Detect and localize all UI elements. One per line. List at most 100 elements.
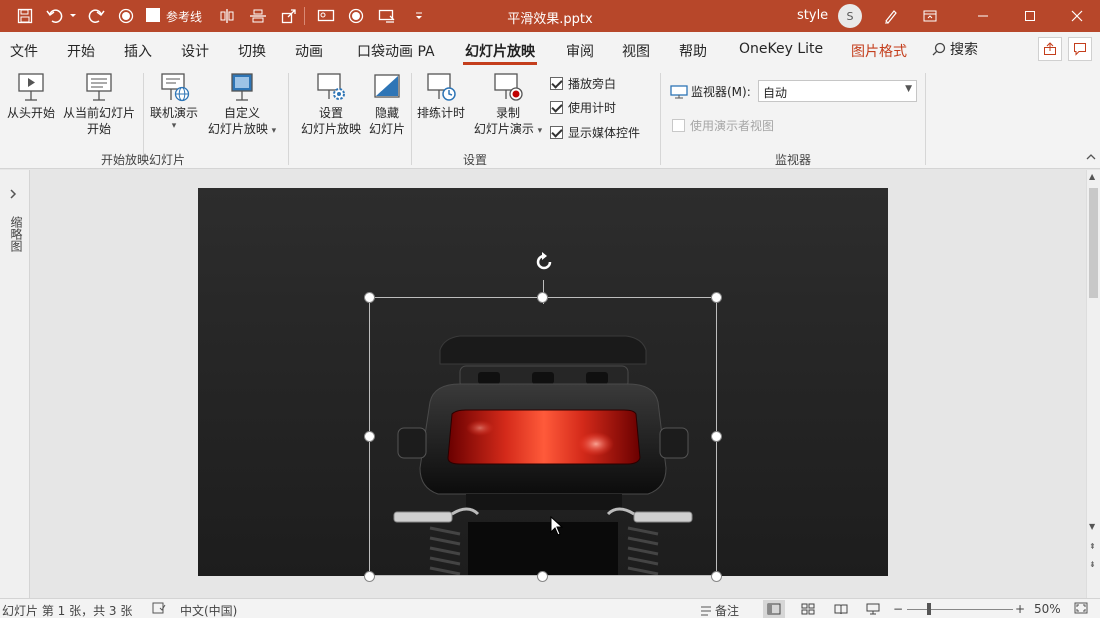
tab-onekey-lite[interactable]: OneKey Lite bbox=[739, 41, 823, 57]
collapse-ribbon-icon[interactable] bbox=[1086, 151, 1096, 164]
play-narrations-checkbox[interactable]: 播放旁白 bbox=[550, 75, 616, 92]
tab-insert[interactable]: 插入 bbox=[124, 41, 152, 61]
tab-animations[interactable]: 动画 bbox=[295, 41, 323, 61]
from-current-button[interactable]: 从当前幻灯片 开始 bbox=[59, 71, 139, 137]
slide-sorter-icon[interactable] bbox=[797, 600, 819, 618]
show-media-controls-checkbox[interactable]: 显示媒体控件 bbox=[550, 124, 640, 141]
vertical-scrollbar[interactable]: ▲ ▼ ⇞ ⇟ bbox=[1086, 170, 1100, 598]
tab-review[interactable]: 审阅 bbox=[566, 41, 594, 61]
setup-slideshow-button[interactable]: 设置 幻灯片放映 bbox=[296, 71, 366, 137]
tab-design[interactable]: 设计 bbox=[181, 41, 209, 61]
search-box[interactable]: 搜索 bbox=[932, 39, 978, 59]
resize-handle-top-left[interactable] bbox=[364, 292, 375, 303]
previous-slide-icon[interactable]: ⇞ bbox=[1089, 542, 1096, 551]
zoom-out-icon[interactable]: − bbox=[893, 602, 903, 616]
resize-icon[interactable] bbox=[278, 0, 300, 32]
present-online-icon[interactable] bbox=[376, 0, 398, 32]
scroll-up-icon[interactable]: ▲ bbox=[1089, 172, 1095, 181]
accessibility-icon[interactable] bbox=[152, 602, 166, 617]
undo-icon[interactable] bbox=[44, 0, 66, 32]
play-from-current-icon bbox=[86, 73, 112, 101]
thumbnail-pane[interactable]: 缩略图 bbox=[0, 170, 30, 598]
tab-view[interactable]: 视图 bbox=[622, 41, 650, 61]
resize-handle-right[interactable] bbox=[711, 431, 722, 442]
zoom-level[interactable]: 50% bbox=[1034, 602, 1061, 616]
align-center-icon[interactable] bbox=[216, 0, 238, 32]
record-slideshow-button[interactable]: 录制 幻灯片演示 ▾ bbox=[470, 71, 546, 139]
resize-handle-top[interactable] bbox=[537, 292, 548, 303]
present-online-dropdown-icon[interactable]: ▾ bbox=[146, 121, 202, 131]
scrollbar-thumb[interactable] bbox=[1089, 188, 1098, 298]
chevron-down-icon: ▼ bbox=[905, 84, 912, 94]
pen-icon[interactable] bbox=[880, 0, 902, 32]
notes-button[interactable]: 备注 bbox=[700, 602, 739, 618]
rehearse-timings-button[interactable]: 排练计时 bbox=[413, 71, 469, 121]
hide-slide-icon bbox=[374, 74, 400, 98]
reference-line-label: 参考线 bbox=[166, 10, 203, 24]
record-screen-icon[interactable] bbox=[345, 0, 367, 32]
hide-slide-button[interactable]: 隐藏 幻灯片 bbox=[366, 71, 408, 137]
reading-view-icon[interactable] bbox=[830, 600, 852, 618]
undo-dropdown-icon[interactable] bbox=[68, 0, 78, 32]
present-online-button[interactable]: 联机演示 ▾ bbox=[146, 71, 202, 131]
resize-handle-top-right[interactable] bbox=[711, 292, 722, 303]
maximize-button[interactable] bbox=[1007, 0, 1053, 32]
tab-transitions[interactable]: 切换 bbox=[238, 41, 266, 61]
from-beginning-button[interactable]: 从头开始 bbox=[4, 71, 58, 121]
share-icon[interactable] bbox=[1038, 37, 1062, 61]
language-indicator[interactable]: 中文(中国) bbox=[180, 602, 237, 618]
tab-home[interactable]: 开始 bbox=[67, 41, 95, 61]
resize-handle-bottom[interactable] bbox=[537, 571, 548, 582]
scroll-down-icon[interactable]: ▼ bbox=[1089, 522, 1095, 531]
tab-help[interactable]: 帮助 bbox=[679, 41, 707, 61]
custom-slideshow-button[interactable]: 自定义 幻灯片放映 ▾ bbox=[203, 71, 281, 139]
use-timings-label: 使用计时 bbox=[568, 101, 617, 115]
slideshow-view-icon[interactable] bbox=[862, 600, 884, 618]
customize-toolbar-icon[interactable] bbox=[412, 0, 426, 32]
show-media-controls-label: 显示媒体控件 bbox=[568, 126, 641, 140]
minimize-button[interactable] bbox=[960, 0, 1006, 32]
zoom-in-icon[interactable]: + bbox=[1015, 602, 1025, 616]
record-icon[interactable] bbox=[115, 0, 137, 32]
zoom-slider-thumb[interactable] bbox=[927, 603, 931, 615]
fit-to-window-icon[interactable] bbox=[1074, 602, 1088, 617]
expand-thumbnails-icon[interactable] bbox=[9, 188, 17, 202]
next-slide-icon[interactable]: ⇟ bbox=[1089, 560, 1096, 569]
resize-handle-bottom-left[interactable] bbox=[364, 571, 375, 582]
rotate-handle-icon[interactable] bbox=[532, 250, 556, 274]
redo-icon[interactable] bbox=[85, 0, 107, 32]
zoom-slider[interactable] bbox=[907, 609, 1013, 610]
tab-picture-format[interactable]: 图片格式 bbox=[851, 41, 907, 61]
use-timings-check[interactable] bbox=[550, 101, 563, 114]
save-icon[interactable] bbox=[14, 0, 36, 32]
hide-slide-label-2: 幻灯片 bbox=[368, 122, 405, 136]
reference-line-checkbox[interactable] bbox=[146, 8, 160, 22]
resize-handle-bottom-right[interactable] bbox=[711, 571, 722, 582]
presenter-view-label: 使用演示者视图 bbox=[690, 119, 775, 133]
ribbon-display-options-icon[interactable] bbox=[907, 0, 953, 32]
monitor-select[interactable]: 自动 ▼ bbox=[758, 80, 917, 102]
show-media-controls-check[interactable] bbox=[550, 126, 563, 139]
play-narrations-check[interactable] bbox=[550, 77, 563, 90]
close-button[interactable] bbox=[1054, 0, 1100, 32]
tab-pocket-animation[interactable]: 口袋动画 PA bbox=[357, 41, 435, 61]
distribute-icon[interactable] bbox=[247, 0, 269, 32]
record-slideshow-label-2: 幻灯片演示 ▾ bbox=[473, 122, 543, 136]
use-timings-checkbox[interactable]: 使用计时 bbox=[550, 99, 616, 116]
tab-file[interactable]: 文件 bbox=[10, 41, 38, 61]
selection-frame bbox=[369, 297, 717, 576]
ribbon-tabs: 文件 开始 插入 设计 切换 动画 口袋动画 PA 幻灯片放映 审阅 视图 帮助… bbox=[0, 32, 1100, 67]
title-bar: 参考线 平滑效果.pptx style S bbox=[0, 0, 1100, 32]
comment-icon[interactable] bbox=[1068, 37, 1092, 61]
notes-icon bbox=[701, 606, 711, 615]
monitor-label: 监视器(M): bbox=[691, 85, 751, 99]
avatar[interactable]: S bbox=[838, 4, 862, 28]
user-name[interactable]: style bbox=[797, 8, 828, 23]
tab-slideshow[interactable]: 幻灯片放映 bbox=[463, 41, 537, 65]
slideshow-icon[interactable] bbox=[315, 0, 337, 32]
present-online-icon bbox=[161, 73, 190, 102]
presenter-view-checkbox[interactable]: 使用演示者视图 bbox=[672, 117, 774, 134]
presenter-view-check[interactable] bbox=[672, 119, 685, 132]
resize-handle-left[interactable] bbox=[364, 431, 375, 442]
normal-view-icon[interactable] bbox=[763, 600, 785, 618]
